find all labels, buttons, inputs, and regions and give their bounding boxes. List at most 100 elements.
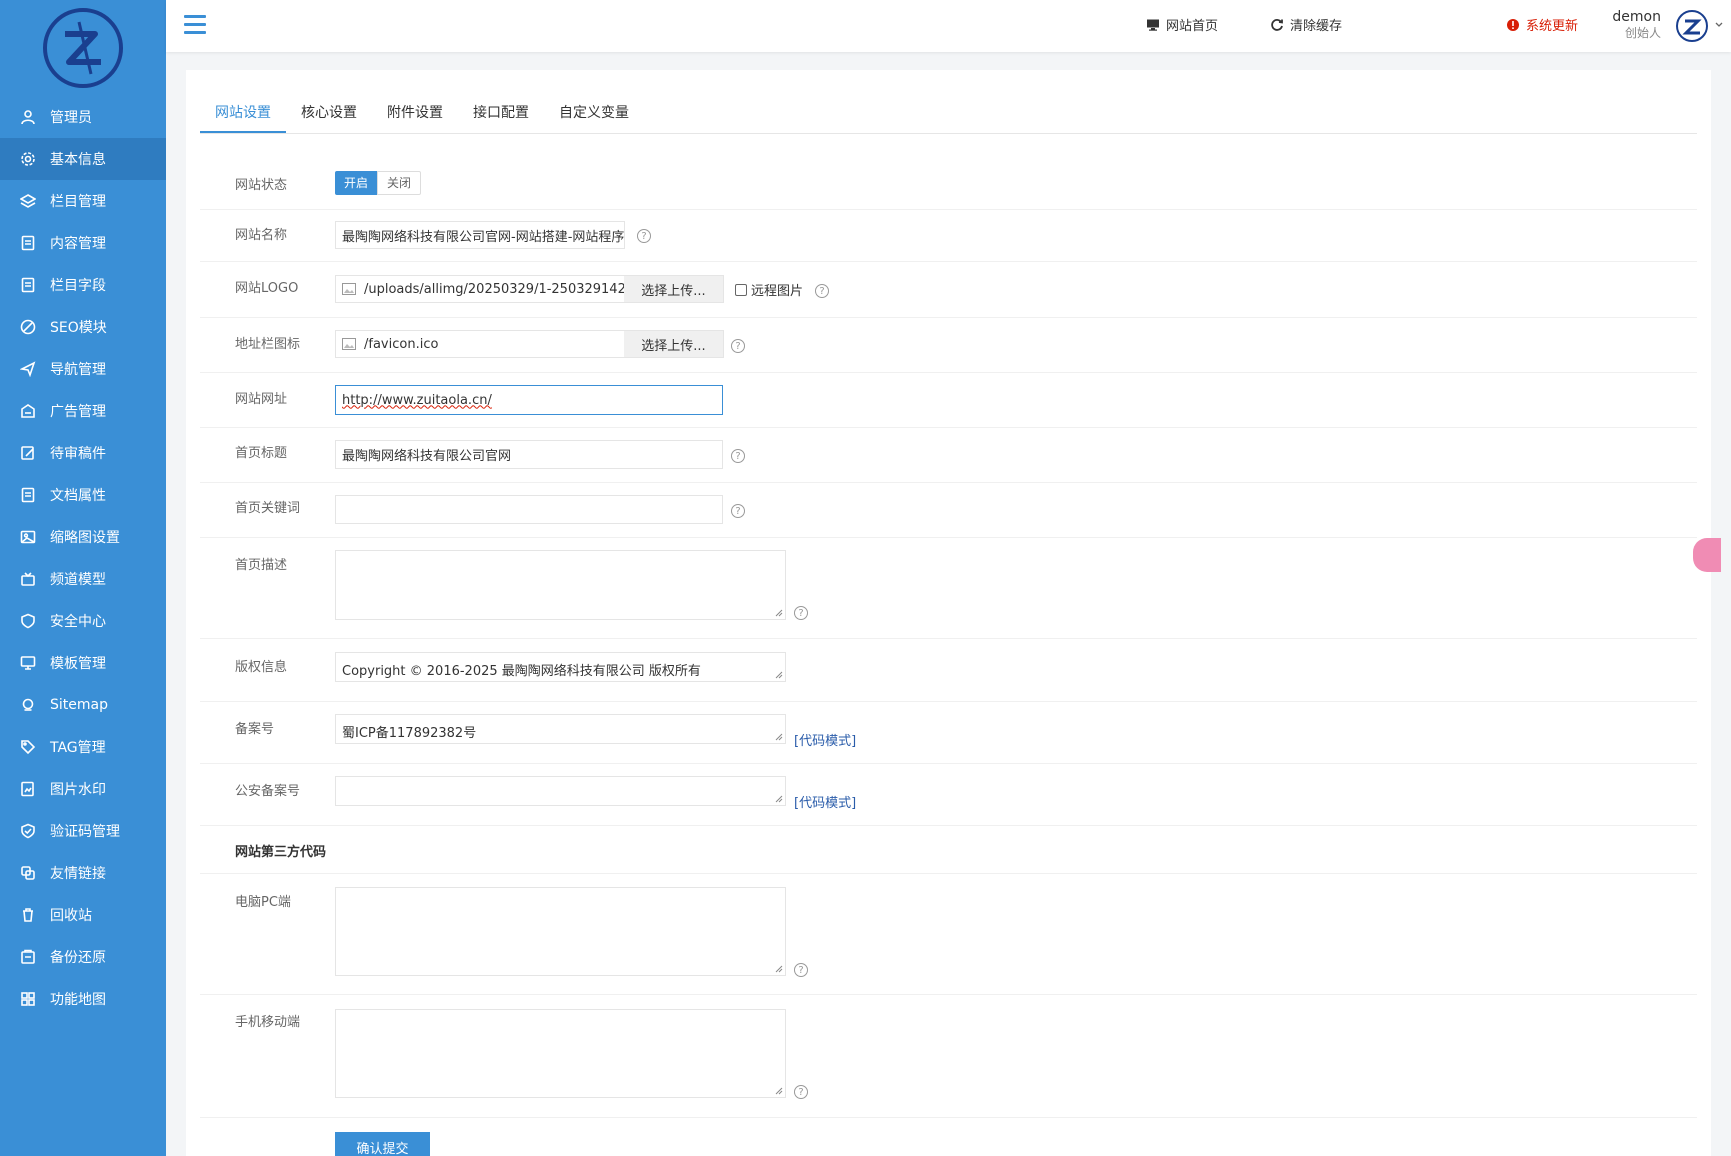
help-icon[interactable]: ?: [794, 963, 808, 977]
status-off-button[interactable]: 关闭: [377, 171, 422, 195]
help-icon[interactable]: ?: [731, 339, 745, 353]
third-party-section-title: 网站第三方代码: [235, 845, 327, 860]
logo-input[interactable]: /uploads/allimg/20250329/1-2503291429: [335, 275, 625, 303]
keywords-input[interactable]: [335, 495, 723, 524]
resize-handle-icon[interactable]: [775, 795, 783, 803]
sidebar-item[interactable]: 导航管理: [0, 348, 166, 390]
help-icon[interactable]: ?: [794, 1085, 808, 1099]
description-textarea[interactable]: [335, 550, 786, 620]
keywords-label: 首页关键词: [235, 501, 301, 516]
url-input[interactable]: http://www.zuitaola.cn/: [335, 385, 723, 415]
resize-handle-icon[interactable]: [775, 965, 783, 973]
tab[interactable]: 附件设置: [372, 96, 458, 133]
floating-side-tab[interactable]: [1693, 538, 1721, 572]
sidebar-item[interactable]: 频道模型: [0, 558, 166, 600]
site-name-input[interactable]: 最陶陶网络科技有限公司官网-网站搭建-网站程序: [335, 221, 625, 249]
sidebar-item[interactable]: 基本信息: [0, 138, 166, 180]
avatar[interactable]: [1675, 9, 1709, 43]
info-icon: [1507, 18, 1519, 31]
settings-tabs: 网站设置 核心设置 附件设置 接口配置 自定义变量: [200, 96, 1697, 134]
layers-icon: [20, 193, 36, 209]
sidebar-item[interactable]: 友情链接: [0, 852, 166, 894]
sidebar-item-label: 待审稿件: [50, 446, 106, 462]
home-title-input[interactable]: 最陶陶网络科技有限公司官网: [335, 440, 723, 469]
icp-value: 蜀ICP备117892382号: [342, 726, 477, 741]
resize-handle-icon[interactable]: [775, 609, 783, 617]
icp-code-mode-link[interactable]: [代码模式]: [794, 730, 856, 749]
sidebar-item[interactable]: SEO模块: [0, 306, 166, 348]
sidebar-item[interactable]: 图片水印: [0, 768, 166, 810]
sidebar-item[interactable]: 模板管理: [0, 642, 166, 684]
submit-button[interactable]: 确认提交: [335, 1132, 430, 1156]
sidebar-item[interactable]: 验证码管理: [0, 810, 166, 852]
sidebar-item-label: 管理员: [50, 110, 92, 126]
system-update-link[interactable]: 系统更新: [1506, 15, 1578, 34]
favicon-label: 地址栏图标: [235, 337, 301, 352]
status-on-button[interactable]: 开启: [335, 171, 378, 195]
remote-image-checkbox[interactable]: [735, 283, 747, 296]
chevron-down-icon[interactable]: [1715, 22, 1723, 28]
copyright-label: 版权信息: [235, 660, 288, 675]
help-icon[interactable]: ?: [731, 504, 745, 518]
help-icon[interactable]: ?: [794, 606, 808, 620]
document-icon: [20, 235, 36, 251]
monitor-icon: [1147, 19, 1159, 31]
sidebar-item-label: TAG管理: [50, 740, 106, 756]
police-textarea[interactable]: [335, 776, 786, 806]
logo-upload-button[interactable]: 选择上传...: [624, 275, 724, 303]
icp-label: 备案号: [235, 722, 275, 737]
sidebar-item[interactable]: TAG管理: [0, 726, 166, 768]
image-icon: [342, 283, 356, 295]
sidebar-item[interactable]: 缩略图设置: [0, 516, 166, 558]
sidebar-item[interactable]: 内容管理: [0, 222, 166, 264]
help-icon[interactable]: ?: [637, 229, 651, 243]
monitor-icon: [20, 655, 36, 671]
favicon-upload-button[interactable]: 选择上传...: [624, 330, 724, 358]
sidebar-item[interactable]: 栏目管理: [0, 180, 166, 222]
resize-handle-icon[interactable]: [775, 671, 783, 679]
row-status: 网站状态: [200, 160, 1697, 210]
resize-handle-icon[interactable]: [775, 1087, 783, 1095]
mobile-code-textarea[interactable]: [335, 1009, 786, 1098]
tab[interactable]: 核心设置: [286, 96, 372, 133]
police-code-mode-link[interactable]: [代码模式]: [794, 792, 856, 811]
pc-code-textarea[interactable]: [335, 887, 786, 976]
tab[interactable]: 接口配置: [458, 96, 544, 133]
resize-handle-icon[interactable]: [775, 733, 783, 741]
verify-icon: [20, 823, 36, 839]
sitemap-icon: [20, 697, 36, 713]
sidebar-item[interactable]: 广告管理: [0, 390, 166, 432]
ad-icon: [20, 403, 36, 419]
image-icon: [20, 529, 36, 545]
sidebar-item[interactable]: 栏目字段: [0, 264, 166, 306]
user-info[interactable]: demon 创始人: [1612, 9, 1661, 41]
sidebar-item[interactable]: 安全中心: [0, 600, 166, 642]
sidebar-nav: 管理员基本信息栏目管理内容管理 栏目字段 SEO模块 导航管理 广告管理待审稿件文档属性…: [0, 96, 166, 1020]
tab[interactable]: 自定义变量: [544, 96, 644, 133]
site-home-link[interactable]: 网站首页: [1146, 15, 1218, 34]
sidebar-item[interactable]: 待审稿件: [0, 432, 166, 474]
pc-code-label: 电脑PC端: [235, 895, 291, 910]
help-icon[interactable]: ?: [731, 449, 745, 463]
sidebar-item[interactable]: 文档属性: [0, 474, 166, 516]
tab[interactable]: 网站设置: [200, 96, 286, 133]
sidebar-item-label: 备份还原: [50, 950, 106, 966]
icp-textarea[interactable]: 蜀ICP备117892382号: [335, 714, 786, 744]
sidebar-item[interactable]: 回收站: [0, 894, 166, 936]
favicon-input[interactable]: /favicon.ico: [335, 330, 625, 358]
copyright-textarea[interactable]: Copyright © 2016-2025 最陶陶网络科技有限公司 版权所有: [335, 652, 786, 682]
backup-icon: [20, 949, 36, 965]
sidebar-item[interactable]: 功能地图: [0, 978, 166, 1020]
help-icon[interactable]: ?: [815, 284, 829, 298]
sidebar-item[interactable]: Sitemap: [0, 684, 166, 726]
sidebar-item-label: 友情链接: [50, 866, 106, 882]
sidebar-item-label: 栏目管理: [50, 194, 106, 210]
seo-icon: [20, 319, 36, 335]
favicon-value: /favicon.ico: [364, 336, 439, 352]
sidebar-item[interactable]: 备份还原: [0, 936, 166, 978]
logo[interactable]: [0, 0, 166, 96]
clear-cache-link[interactable]: 清除缓存: [1270, 15, 1342, 34]
remote-image-option[interactable]: 远程图片: [735, 280, 803, 299]
menu-toggle-icon[interactable]: [184, 15, 206, 35]
sidebar-item[interactable]: 管理员: [0, 96, 166, 138]
